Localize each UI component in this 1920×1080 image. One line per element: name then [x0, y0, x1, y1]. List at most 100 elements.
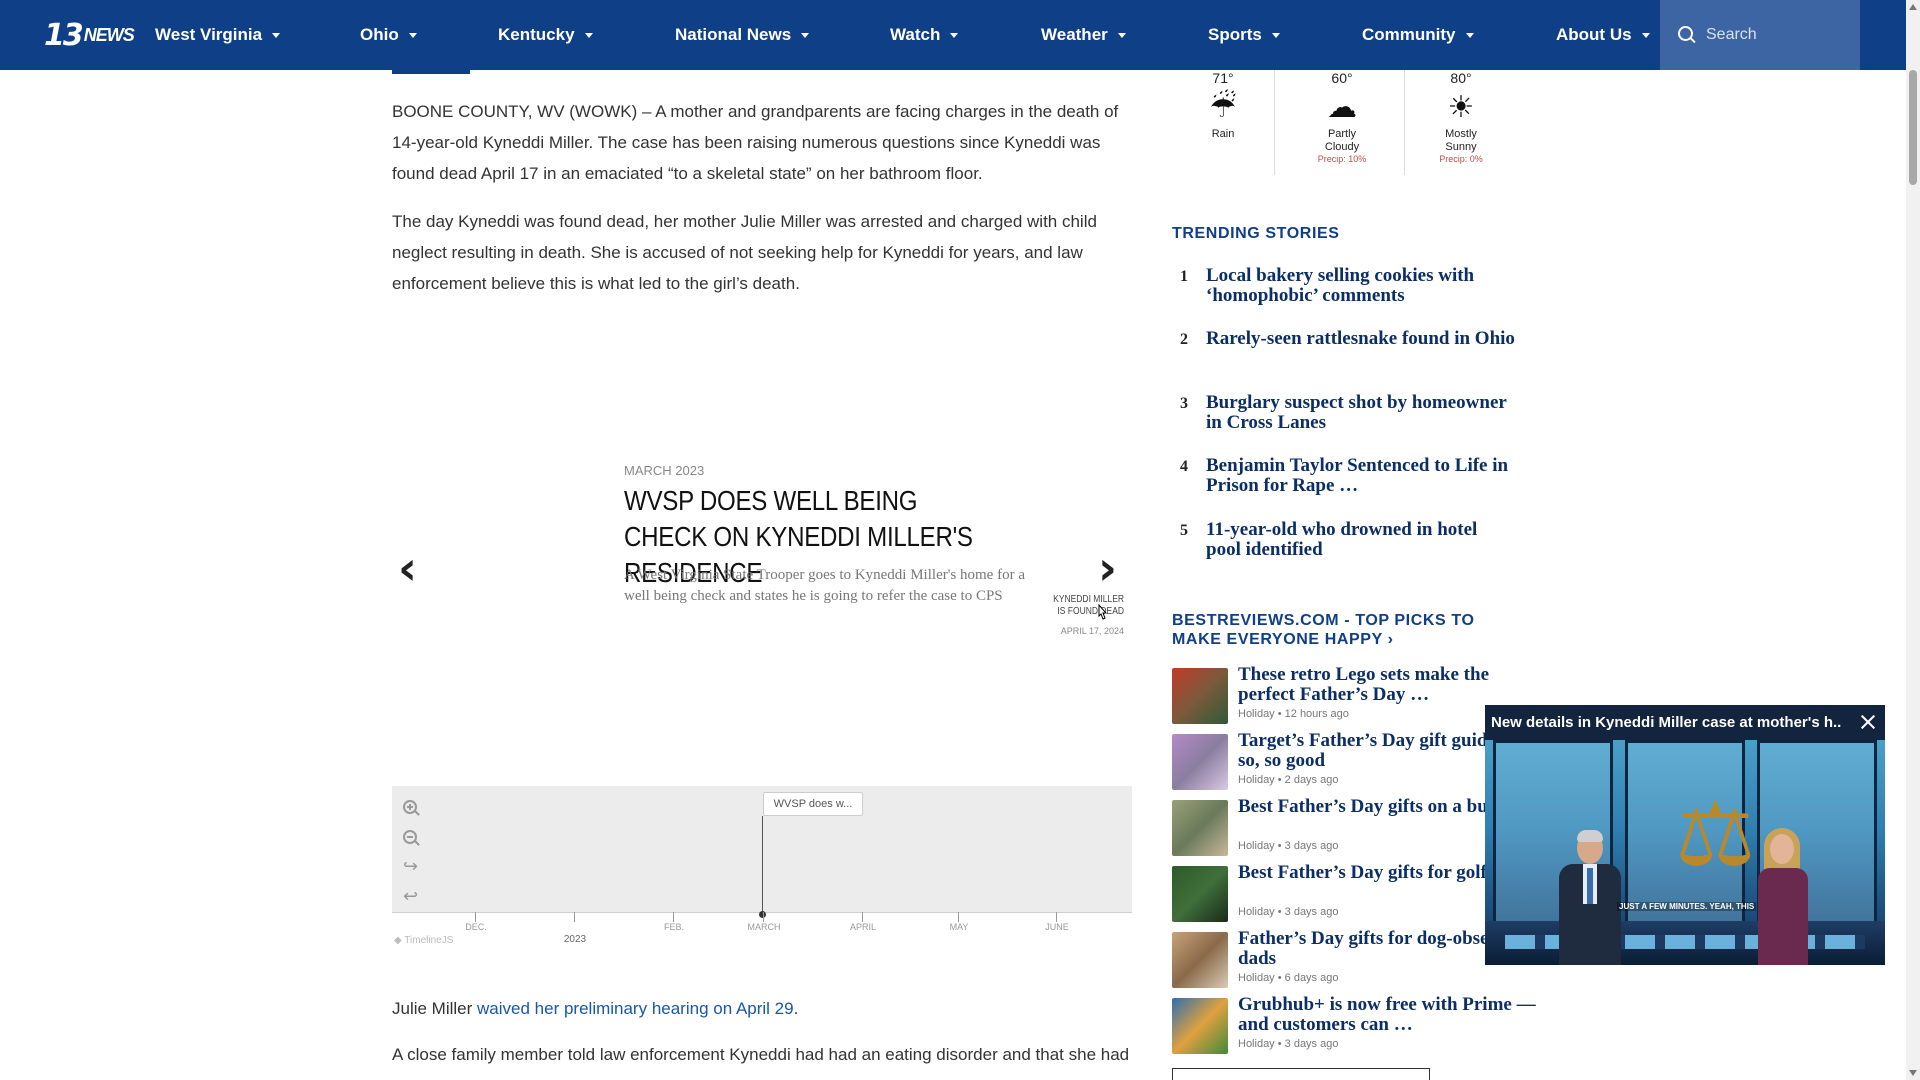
weather-temp: 71°: [1212, 70, 1234, 86]
bestreviews-meta: Holiday • 3 days ago: [1238, 906, 1339, 918]
nav-item-ohio[interactable]: Ohio: [360, 0, 417, 70]
chevron-down-icon: [950, 32, 959, 38]
trending-number: 2: [1180, 331, 1188, 348]
weather-day[interactable]: 80° ☀ Mostly Sunny Precip: 0%: [1406, 70, 1516, 164]
weather-temp: 60°: [1331, 70, 1353, 86]
chevron-down-icon: [408, 32, 417, 38]
axis-tick: [763, 912, 764, 922]
back-to-start-icon[interactable]: ↩: [403, 888, 418, 906]
bestreviews-title[interactable]: BESTREVIEWS.COM - TOP PICKS TO MAKE EVER…: [1172, 611, 1512, 649]
axis-tick-label: FEB.: [663, 922, 685, 932]
weather-divider: [1404, 70, 1405, 175]
zoom-out-icon[interactable]: [403, 830, 421, 848]
timelinejs-credit[interactable]: ◆ TimelineJS: [394, 935, 453, 946]
timeline-marker[interactable]: WVSP does w...: [763, 792, 863, 816]
trending-link[interactable]: Rarely-seen rattlesnake found in Ohio: [1206, 329, 1516, 349]
bestreviews-item[interactable]: Best Father’s Day gifts for golfers Holi…: [1172, 863, 1537, 928]
article-thumbnail[interactable]: [1172, 800, 1228, 856]
bestreviews-meta: Holiday • 2 days ago: [1238, 774, 1339, 786]
weather-temp: 80°: [1450, 70, 1472, 86]
redo-icon[interactable]: ↪: [403, 858, 418, 876]
nav-item-about-us[interactable]: About Us: [1556, 0, 1650, 70]
trending-title: TRENDING STORIES: [1172, 225, 1340, 242]
axis-tick: [673, 912, 674, 922]
logo-word: NEWS: [83, 24, 135, 45]
preliminary-hearing-link[interactable]: waived her preliminary hearing on April …: [477, 999, 794, 1018]
site-logo[interactable]: 13 NEWS: [44, 17, 135, 53]
video-frame[interactable]: ⚖ JUST A FEW MINUTES. YEAH, THIS: [1485, 740, 1885, 965]
trending-number: 3: [1180, 395, 1188, 412]
sun-icon: ☀: [1447, 90, 1475, 125]
nav-item-sports[interactable]: Sports: [1208, 0, 1280, 70]
nav-label: Ohio: [360, 25, 399, 44]
nav-label: Kentucky: [498, 25, 575, 44]
nav-item-watch[interactable]: Watch: [890, 0, 959, 70]
article-thumbnail[interactable]: [1172, 932, 1228, 988]
timeline-slide-date: MARCH 2023: [624, 463, 705, 478]
video-title[interactable]: New details in Kyneddi Miller case at mo…: [1491, 714, 1841, 731]
bestreviews-meta: Holiday • 3 days ago: [1238, 840, 1339, 852]
chevron-down-icon: [1465, 32, 1474, 38]
nav-label: Watch: [890, 25, 941, 44]
top-nav: 13 NEWS West Virginia Ohio Kentucky Nati…: [0, 0, 1906, 70]
search-icon[interactable]: [1678, 26, 1696, 44]
weather-divider: [1274, 70, 1275, 175]
scales-of-justice-icon: ⚖: [1675, 782, 1756, 887]
trending-link[interactable]: Local bakery selling cookies with ‘homop…: [1206, 266, 1516, 306]
bestreviews-link[interactable]: Grubhub+ is now free with Prime — and cu…: [1238, 995, 1538, 1035]
timeline-slide-body: A West Virginia State Trooper goes to Ky…: [624, 565, 1054, 621]
bestreviews-item[interactable]: Grubhub+ is now free with Prime — and cu…: [1172, 995, 1538, 1060]
paragraph-text: Julie Miller: [392, 999, 478, 1018]
bestreviews-link[interactable]: These retro Lego sets make the perfect F…: [1238, 665, 1538, 705]
scroll-up-icon[interactable]: [1909, 4, 1917, 10]
timeline-next-slide-label[interactable]: KYNEDDI MILLER IS FOUND DEAD: [1053, 594, 1124, 618]
article-thumbnail[interactable]: [1172, 998, 1228, 1054]
nav-item-community[interactable]: Community: [1362, 0, 1474, 70]
search-box[interactable]: [1660, 0, 1860, 70]
page-scrollbar[interactable]: [1906, 0, 1920, 1080]
close-icon[interactable]: [1859, 713, 1877, 731]
scroll-thumb[interactable]: [1909, 70, 1917, 185]
trending-link[interactable]: 11-year-old who drowned in hotel pool id…: [1206, 520, 1516, 560]
timeline-axis: [392, 912, 1132, 952]
bestreviews-item[interactable]: These retro Lego sets make the perfect F…: [1172, 665, 1538, 730]
weather-day[interactable]: 71° ☔ Rain: [1168, 70, 1278, 141]
article-thumbnail[interactable]: [1172, 668, 1228, 724]
axis-tick-label: MAY: [949, 922, 969, 932]
chevron-down-icon: [1641, 32, 1650, 38]
mouse-cursor-icon: [1098, 604, 1108, 620]
logo-number: 13: [44, 17, 84, 53]
bestreviews-item[interactable]: Target’s Father’s Day gift guide is so, …: [1172, 731, 1537, 796]
floating-video-player[interactable]: New details in Kyneddi Miller case at mo…: [1485, 705, 1885, 965]
axis-tick: [862, 912, 863, 922]
weather-day[interactable]: 60° ☁ Partly Cloudy Precip: 10%: [1287, 70, 1397, 164]
nav-item-kentucky[interactable]: Kentucky: [498, 0, 593, 70]
trending-number: 4: [1180, 458, 1188, 475]
article-paragraph: Julie Miller waived her preliminary hear…: [392, 993, 1132, 1024]
nav-item-weather[interactable]: Weather: [1041, 0, 1126, 70]
more-button[interactable]: [1172, 1068, 1430, 1080]
article-thumbnail[interactable]: [1172, 734, 1228, 790]
axis-tick-label: APRIL: [849, 922, 877, 932]
axis-tick-label: MARCH: [747, 922, 781, 932]
timeline-prev-button[interactable]: ‹: [398, 545, 417, 591]
timeline-next-button[interactable]: ›: [1098, 545, 1117, 591]
nav-label: Weather: [1041, 25, 1108, 44]
axis-tick-label: DEC.: [465, 922, 487, 932]
nav-label: National News: [675, 25, 792, 44]
nav-item-national-news[interactable]: National News: [675, 0, 810, 70]
trending-link[interactable]: Benjamin Taylor Sentenced to Life in Pri…: [1206, 456, 1516, 496]
nav-label: About Us: [1556, 25, 1632, 44]
article-thumbnail[interactable]: [1172, 866, 1228, 922]
article-paragraph: A close family member told law enforceme…: [392, 1045, 1130, 1064]
trending-link[interactable]: Burglary suspect shot by homeowner in Cr…: [1206, 393, 1516, 433]
axis-tick: [958, 912, 959, 922]
bestreviews-item[interactable]: Best Father’s Day gifts on a budget Holi…: [1172, 797, 1537, 862]
timeline-next-slide-date[interactable]: APRIL 17, 2024: [1040, 626, 1124, 636]
search-input[interactable]: [1706, 26, 1846, 44]
nav-item-west-virginia[interactable]: West Virginia: [155, 0, 281, 70]
axis-tick: [475, 912, 476, 922]
bestreviews-item[interactable]: Father’s Day gifts for dog-obsessed dads…: [1172, 929, 1537, 994]
zoom-in-icon[interactable]: [403, 800, 421, 818]
scroll-down-icon[interactable]: [1909, 1070, 1917, 1076]
